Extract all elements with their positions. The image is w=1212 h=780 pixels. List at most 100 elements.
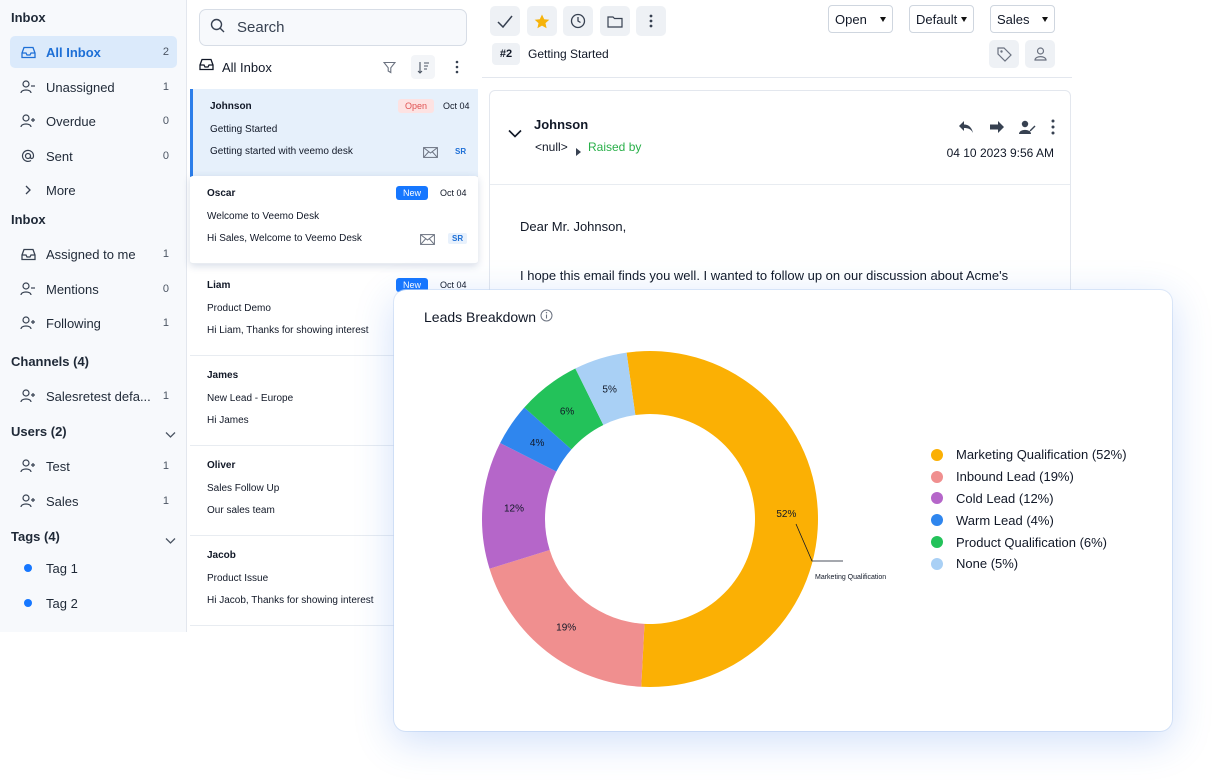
caret-down-icon [880,17,886,22]
sidebar-item-count: 1 [162,317,169,329]
legend-item[interactable]: Inbound Lead (19%) [931,466,1127,488]
chevron-right-icon [20,182,36,198]
legend-swatch [931,514,943,527]
team-select-value: Sales [997,11,1030,27]
sidebar-item-channel[interactable]: Salesretest defa... 1 [10,380,177,412]
sidebar-item-user-test[interactable]: Test 1 [10,450,177,482]
sidebar-item-user-sales[interactable]: Sales 1 [10,485,177,517]
status-badge: Open [398,99,435,113]
more-vertical-icon[interactable] [636,6,666,36]
sidebar-item-count: 1 [162,460,169,472]
donut-slice[interactable] [489,550,645,687]
sidebar-item-sent[interactable]: Sent 0 [10,140,177,172]
inbox-section-title: Inbox [11,10,46,25]
chevron-down-icon[interactable] [165,426,176,444]
list-title: All Inbox [222,59,272,75]
chevron-down-icon[interactable] [165,532,176,550]
sidebar-item-count: 0 [162,115,169,127]
status-badge: New [396,186,429,200]
sidebar-item-label: All Inbox [46,44,101,60]
assign-user-icon[interactable] [1017,117,1037,137]
priority-select[interactable]: Default [909,5,974,33]
list-item[interactable]: Johnson Open Oct 04 Getting Started Gett… [190,89,478,177]
sidebar-item-tag-1[interactable]: Tag 1 [10,552,177,584]
filter-icon[interactable] [377,55,401,79]
sidebar-item-count: 1 [162,495,169,507]
sidebar-item-assigned-to-me[interactable]: Assigned to me 1 [10,238,177,270]
legend-item[interactable]: Marketing Qualification (52%) [931,444,1127,466]
mail-icon [423,145,438,163]
slice-label: 6% [560,407,575,418]
chart-legend: Marketing Qualification (52%) Inbound Lea… [931,444,1127,575]
inbox-icon [20,44,36,60]
raised-by-link[interactable]: Raised by [588,140,641,154]
sidebar-item-mentions[interactable]: Mentions 0 [10,273,177,305]
star-icon[interactable] [527,6,557,36]
more-vertical-icon[interactable] [445,55,469,79]
date: Oct 04 [440,280,467,290]
channels-section-title: Channels (4) [11,354,90,369]
status-select[interactable]: Open [828,5,893,33]
slice-label: 19% [556,623,576,634]
sidebar-item-following[interactable]: Following 1 [10,307,177,339]
date: Oct 04 [440,188,467,198]
legend-label: Inbound Lead (19%) [956,469,1074,485]
contact-name: James [207,370,239,381]
reply-icon[interactable] [956,117,976,137]
folder-icon[interactable] [600,6,630,36]
message-greeting: Dear Mr. Johnson, [520,219,627,234]
sidebar-item-label: Assigned to me [46,246,136,262]
sender-email: <null> [535,140,568,154]
tag-dot-icon [20,595,36,611]
resolve-button[interactable] [490,6,520,36]
legend-item[interactable]: Cold Lead (12%) [931,488,1127,510]
inbox-icon [199,58,214,76]
ticket-toolbar: Open Default Sales #2 Getting Started [482,0,1072,78]
team-select[interactable]: Sales [990,5,1055,33]
message-body: I hope this email finds you well. I want… [520,268,1009,283]
message-timestamp: 04 10 2023 9:56 AM [946,146,1054,160]
sidebar-item-count: 1 [162,390,169,402]
legend-label: Cold Lead (12%) [956,490,1054,506]
sidebar-item-label: Sales [46,493,79,509]
sidebar-item-tag-2[interactable]: Tag 2 [10,587,177,619]
sidebar-item-more[interactable]: More [10,174,177,206]
avatar: SR [448,233,468,244]
legend-swatch [931,470,943,483]
list-header: All Inbox [199,55,469,79]
contact-name: Liam [207,280,231,291]
list-item[interactable]: Oscar New Oct 04 Welcome to Veemo Desk H… [190,176,478,264]
user-icon[interactable] [1025,40,1055,68]
sidebar-item-label: Tag 1 [46,560,78,576]
preview: Our sales team [207,505,275,516]
sidebar-item-overdue[interactable]: Overdue 0 [10,105,177,137]
user-plus-icon [20,458,36,474]
legend-item[interactable]: Product Qualification (6%) [931,531,1127,553]
tag-dot-icon [20,560,36,576]
sidebar-item-label: Following [46,315,101,331]
search-input[interactable]: Search [199,9,467,46]
more-vertical-icon[interactable] [1043,117,1063,137]
slice-label: 52% [776,509,796,520]
date: Oct 04 [443,101,470,111]
sidebar-item-all-inbox[interactable]: All Inbox 2 [10,36,177,68]
forward-icon[interactable] [987,117,1007,137]
tag-icon[interactable] [989,40,1019,68]
sidebar-item-label: Salesretest defa... [46,388,151,404]
sort-icon[interactable] [411,55,435,79]
sidebar-item-label: Test [46,458,70,474]
sidebar-item-label: More [46,182,76,198]
app-root: Inbox All Inbox 2 Unassigned 1 Overdue 0… [0,0,1212,780]
users-section-title: Users (2) [11,424,67,439]
subject: Product Issue [207,573,269,584]
legend-item[interactable]: None (5%) [931,553,1127,575]
chevron-down-icon[interactable] [508,125,522,143]
sidebar-item-unassigned[interactable]: Unassigned 1 [10,71,177,103]
preview: Hi Sales, Welcome to Veemo Desk [207,233,362,244]
legend-swatch [931,536,943,549]
user-plus-icon [20,493,36,509]
legend-item[interactable]: Warm Lead (4%) [931,509,1127,531]
legend-label: Warm Lead (4%) [956,512,1054,528]
clock-icon[interactable] [563,6,593,36]
contact-name: Jacob [207,550,236,561]
